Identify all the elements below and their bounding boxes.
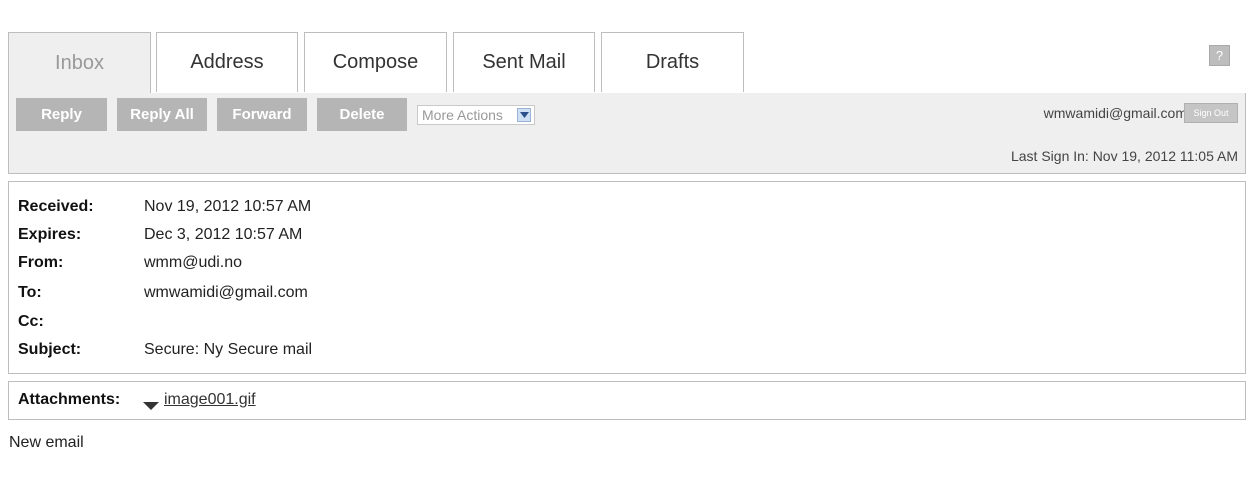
tab-compose[interactable]: Compose <box>304 32 447 92</box>
attachment-link[interactable]: image001.gif <box>164 391 256 409</box>
field-value: wmm@udi.no <box>144 254 243 271</box>
reply-all-button[interactable]: Reply All <box>117 98 207 131</box>
triangle-down-icon[interactable] <box>143 397 159 415</box>
field-label: Cc: <box>18 313 44 330</box>
delete-button[interactable]: Delete <box>317 98 407 131</box>
field-label: To: <box>18 284 42 301</box>
last-sign-in: Last Sign In: Nov 19, 2012 11:05 AM <box>1010 148 1238 164</box>
message-body: New email <box>9 434 84 451</box>
tab-inbox[interactable]: Inbox <box>8 32 151 93</box>
tab-drafts[interactable]: Drafts <box>601 32 744 92</box>
more-actions-select[interactable]: More Actions <box>417 105 535 125</box>
attachments-label: Attachments: <box>18 391 121 408</box>
tab-sent-mail[interactable]: Sent Mail <box>453 32 595 92</box>
action-toolbar: Reply Reply All Forward Delete More Acti… <box>8 93 1246 174</box>
chevron-down-icon <box>517 108 531 122</box>
field-label: Received: <box>18 198 94 215</box>
field-value: Dec 3, 2012 10:57 AM <box>144 226 303 243</box>
reply-button[interactable]: Reply <box>16 98 107 131</box>
sign-out-button[interactable]: Sign Out <box>1184 103 1238 123</box>
more-actions-label: More Actions <box>422 107 503 123</box>
field-value: Secure: Ny Secure mail <box>144 341 313 358</box>
field-label: Subject: <box>18 341 82 358</box>
field-value: Nov 19, 2012 10:57 AM <box>144 198 312 215</box>
tab-address[interactable]: Address <box>156 32 298 92</box>
help-button[interactable]: ? <box>1209 45 1230 66</box>
forward-button[interactable]: Forward <box>217 98 307 131</box>
field-value: wmwamidi@gmail.com <box>144 284 308 301</box>
user-email: wmwamidi@gmail.com <box>1043 105 1187 121</box>
message-header: Received: Nov 19, 2012 10:57 AM Expires:… <box>8 181 1246 374</box>
field-label: Expires: <box>18 226 82 243</box>
field-label: From: <box>18 254 64 271</box>
attachments-bar: Attachments: image001.gif <box>8 381 1246 420</box>
